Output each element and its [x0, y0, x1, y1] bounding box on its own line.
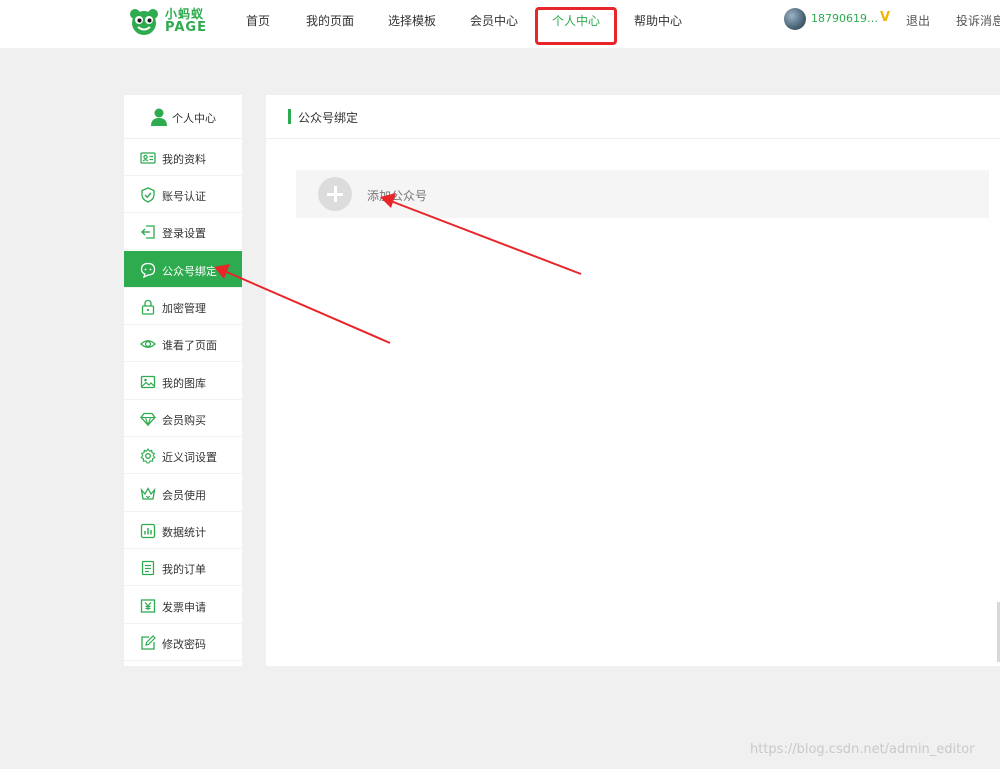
chat-bubble-icon [140, 262, 156, 278]
annotation-highlight-box [535, 7, 617, 45]
user-phone[interactable]: 18790619… [811, 12, 878, 25]
sidebar-item-label: 我的图库 [162, 377, 206, 390]
sidebar-item-label: 登录设置 [162, 227, 206, 240]
eye-icon [140, 340, 156, 348]
top-header: 小蚂蚁 PAGE 首页 我的页面 选择模板 会员中心 个人中心 帮助中心 187… [0, 0, 1000, 48]
sidebar-item-label: 修改密码 [162, 638, 206, 651]
sidebar-item-invoice[interactable]: 发票申请 [124, 587, 242, 624]
sidebar-title: 个人中心 [172, 112, 216, 125]
sidebar-item-label: 数据统计 [162, 526, 206, 539]
sidebar-item-profile[interactable]: 我的资料 [124, 139, 242, 176]
sidebar-item-buy-membership[interactable]: 会员购买 [124, 400, 242, 437]
sidebar-item-statistics[interactable]: 数据统计 [124, 512, 242, 549]
sidebar-item-account-verify[interactable]: 账号认证 [124, 176, 242, 213]
complain-link[interactable]: 投诉消息 [956, 12, 1000, 29]
plus-icon [318, 177, 352, 211]
shield-check-icon [141, 187, 155, 203]
brand-logo[interactable]: 小蚂蚁 PAGE [128, 5, 212, 37]
sidebar-item-login-settings[interactable]: 登录设置 [124, 213, 242, 250]
title-accent-bar [288, 109, 291, 124]
sidebar-item-change-password[interactable]: 修改密码 [124, 624, 242, 661]
sidebar-item-label: 我的资料 [162, 153, 206, 166]
sidebar-item-encryption[interactable]: 加密管理 [124, 288, 242, 325]
sidebar-item-orders[interactable]: 我的订单 [124, 549, 242, 586]
crown-icon [140, 487, 156, 500]
sidebar-item-label: 加密管理 [162, 302, 206, 315]
login-icon [141, 225, 155, 239]
brand-name-en: PAGE [165, 20, 207, 35]
panel-header: 公众号绑定 [266, 95, 1000, 139]
sidebar-item-label: 公众号绑定 [162, 265, 217, 278]
ant-logo-icon [130, 9, 158, 35]
sidebar-header: 个人中心 [124, 95, 242, 139]
sidebar-item-label: 谁看了页面 [162, 339, 217, 352]
id-card-icon [140, 152, 156, 164]
sidebar-item-label: 我的订单 [162, 563, 206, 576]
edit-icon [141, 635, 156, 650]
user-icon [151, 108, 167, 126]
gear-icon [140, 448, 156, 464]
sidebar-item-label: 近义词设置 [162, 451, 217, 464]
sidebar-item-label: 会员使用 [162, 489, 206, 502]
yen-icon [140, 599, 156, 613]
main-panel: 公众号绑定 添加公众号 [266, 95, 1000, 666]
sidebar-item-label: 账号认证 [162, 190, 206, 203]
add-official-account-label: 添加公众号 [367, 189, 428, 203]
sidebar-item-wechat-binding[interactable]: 公众号绑定 [124, 251, 242, 288]
nav-item-templates[interactable]: 选择模板 [388, 12, 436, 29]
sidebar-item-gallery[interactable]: 我的图库 [124, 363, 242, 400]
sidebar-item-label: 发票申请 [162, 601, 206, 614]
sidebar-item-label: 会员购买 [162, 414, 206, 427]
document-icon [141, 560, 155, 576]
lock-icon [141, 299, 155, 315]
nav-item-help[interactable]: 帮助中心 [634, 12, 682, 29]
sidebar-item-visitors[interactable]: 谁看了页面 [124, 325, 242, 362]
sidebar: 个人中心 我的资料 账号认证 登录设置 公众号绑定 加密管理 谁看了页面 我的图… [124, 95, 242, 666]
vip-badge: V [880, 10, 891, 25]
image-icon [140, 375, 156, 389]
nav-item-membership[interactable]: 会员中心 [470, 12, 518, 29]
logout-link[interactable]: 退出 [906, 12, 930, 29]
add-official-account-button[interactable]: 添加公众号 [296, 170, 989, 218]
avatar[interactable] [784, 8, 806, 30]
nav-item-home[interactable]: 首页 [246, 12, 270, 29]
sidebar-item-synonyms[interactable]: 近义词设置 [124, 437, 242, 474]
page-title: 公众号绑定 [298, 111, 359, 125]
diamond-icon [140, 412, 156, 427]
nav-item-my-pages[interactable]: 我的页面 [306, 12, 354, 29]
bar-chart-icon [140, 523, 156, 539]
watermark-text: https://blog.csdn.net/admin_editor [750, 742, 975, 757]
sidebar-item-membership-usage[interactable]: 会员使用 [124, 475, 242, 512]
